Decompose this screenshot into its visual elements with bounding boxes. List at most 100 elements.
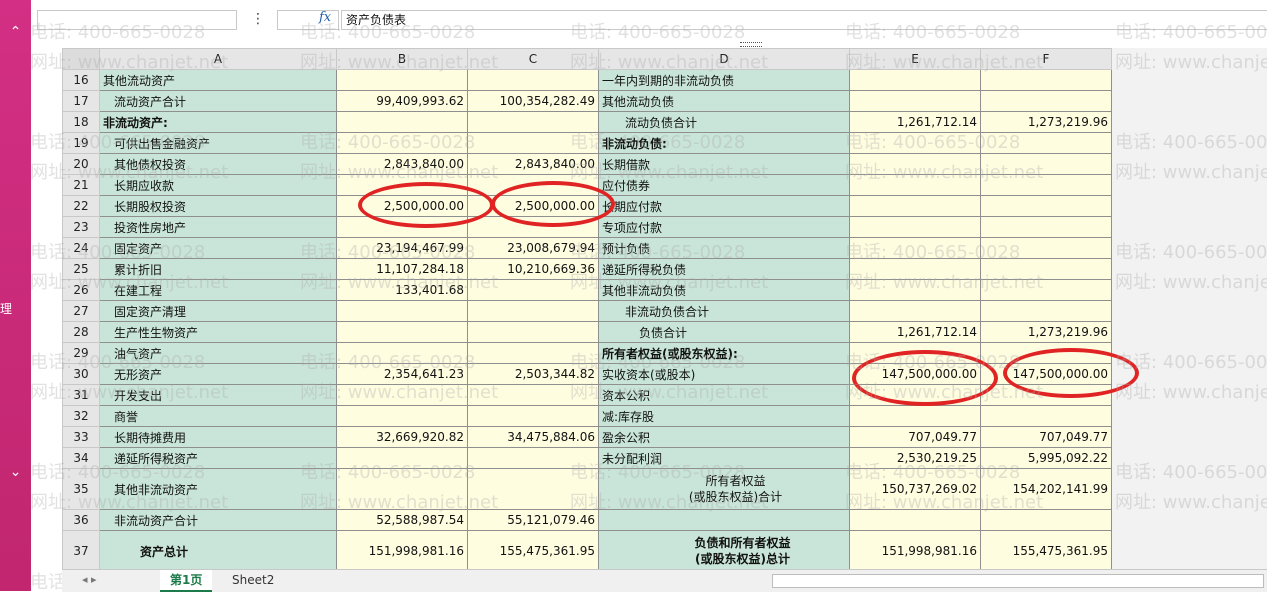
cell-c[interactable] — [467, 132, 599, 154]
cell-b[interactable] — [336, 468, 468, 510]
cell-f[interactable] — [980, 405, 1112, 427]
row-header[interactable]: 29 — [62, 342, 100, 364]
column-header-a[interactable]: A — [99, 48, 337, 70]
cell-e[interactable]: 707,049.77 — [849, 426, 981, 448]
cell-d[interactable]: 递延所得税负债 — [598, 258, 850, 280]
formula-input[interactable]: 资产负债表 — [341, 10, 1267, 30]
cell-d[interactable]: 资本公积 — [598, 384, 850, 406]
cell-e[interactable] — [849, 132, 981, 154]
cell-c[interactable] — [467, 342, 599, 364]
row-header[interactable]: 18 — [62, 111, 100, 133]
cell-e[interactable]: 147,500,000.00 — [849, 363, 981, 385]
cell-f[interactable] — [980, 342, 1112, 364]
cell-b[interactable] — [336, 132, 468, 154]
cell-e[interactable] — [849, 279, 981, 301]
cell-a[interactable]: 商誉 — [99, 405, 337, 427]
row-header[interactable]: 35 — [62, 468, 100, 510]
cell-e[interactable] — [849, 237, 981, 259]
cell-f[interactable] — [980, 384, 1112, 406]
cell-a[interactable]: 投资性房地产 — [99, 216, 337, 238]
row-header[interactable]: 34 — [62, 447, 100, 469]
cell-c[interactable] — [467, 321, 599, 343]
cell-e[interactable] — [849, 509, 981, 531]
cell-c[interactable] — [467, 447, 599, 469]
tab-sheet2[interactable]: Sheet2 — [222, 570, 284, 590]
cell-a[interactable]: 资产总计 — [99, 530, 337, 569]
cell-b[interactable] — [336, 321, 468, 343]
cell-e[interactable] — [849, 174, 981, 196]
cell-a[interactable]: 无形资产 — [99, 363, 337, 385]
cell-b[interactable]: 52,588,987.54 — [336, 509, 468, 531]
cell-f[interactable] — [980, 258, 1112, 280]
cell-e[interactable]: 151,998,981.16 — [849, 530, 981, 569]
cell-e[interactable] — [849, 300, 981, 322]
cell-c[interactable]: 55,121,079.46 — [467, 509, 599, 531]
cell-d[interactable]: 其他流动负债 — [598, 90, 850, 112]
cell-b[interactable]: 133,401.68 — [336, 279, 468, 301]
cell-c[interactable]: 10,210,669.36 — [467, 258, 599, 280]
cell-d[interactable]: 一年内到期的非流动负债 — [598, 69, 850, 91]
cell-e[interactable] — [849, 258, 981, 280]
column-header-c[interactable]: C — [467, 48, 599, 70]
cell-e[interactable] — [849, 405, 981, 427]
cell-b[interactable]: 32,669,920.82 — [336, 426, 468, 448]
cell-b[interactable]: 99,409,993.62 — [336, 90, 468, 112]
cell-d[interactable]: 预计负债 — [598, 237, 850, 259]
cell-c[interactable]: 2,500,000.00 — [467, 195, 599, 217]
cell-d[interactable]: 所有者权益 (或股东权益)合计 — [598, 468, 850, 510]
cell-c[interactable]: 34,475,884.06 — [467, 426, 599, 448]
cell-a[interactable]: 非流动资产合计 — [99, 509, 337, 531]
cell-c[interactable]: 100,354,282.49 — [467, 90, 599, 112]
cell-f[interactable]: 5,995,092.22 — [980, 447, 1112, 469]
row-header[interactable]: 22 — [62, 195, 100, 217]
cell-f[interactable] — [980, 300, 1112, 322]
cell-c[interactable]: 23,008,679.94 — [467, 237, 599, 259]
row-header[interactable]: 30 — [62, 363, 100, 385]
cell-d[interactable]: 未分配利润 — [598, 447, 850, 469]
cell-b[interactable] — [336, 447, 468, 469]
row-header[interactable]: 20 — [62, 153, 100, 175]
column-header-d[interactable]: D — [598, 48, 850, 70]
cell-a[interactable]: 累计折旧 — [99, 258, 337, 280]
cell-a[interactable]: 固定资产 — [99, 237, 337, 259]
cell-e[interactable]: 1,261,712.14 — [849, 321, 981, 343]
cell-a[interactable]: 其他流动资产 — [99, 69, 337, 91]
row-header[interactable]: 28 — [62, 321, 100, 343]
cell-e[interactable]: 2,530,219.25 — [849, 447, 981, 469]
more-options-icon[interactable]: ⋮ — [251, 11, 265, 27]
cell-d[interactable]: 负债和所有者权益 (或股东权益)总计 — [598, 530, 850, 569]
cell-b[interactable]: 2,500,000.00 — [336, 195, 468, 217]
cell-f[interactable]: 1,273,219.96 — [980, 321, 1112, 343]
cell-c[interactable] — [467, 384, 599, 406]
cell-d[interactable] — [598, 509, 850, 531]
cell-e[interactable] — [849, 195, 981, 217]
cell-b[interactable] — [336, 384, 468, 406]
cell-f[interactable] — [980, 237, 1112, 259]
cell-c[interactable] — [467, 69, 599, 91]
cell-b[interactable] — [336, 111, 468, 133]
cell-f[interactable] — [980, 90, 1112, 112]
column-header-e[interactable]: E — [849, 48, 981, 70]
column-header-f[interactable]: F — [980, 48, 1112, 70]
cell-b[interactable]: 11,107,284.18 — [336, 258, 468, 280]
row-header[interactable]: 17 — [62, 90, 100, 112]
row-header[interactable]: 37 — [62, 530, 100, 569]
cell-a[interactable]: 其他非流动资产 — [99, 468, 337, 510]
cell-d[interactable]: 流动负债合计 — [598, 111, 850, 133]
cell-a[interactable]: 可供出售金融资产 — [99, 132, 337, 154]
cell-a[interactable]: 生产性生物资产 — [99, 321, 337, 343]
row-header[interactable]: 16 — [62, 69, 100, 91]
cell-d[interactable]: 减:库存股 — [598, 405, 850, 427]
cell-a[interactable]: 长期股权投资 — [99, 195, 337, 217]
row-header[interactable]: 32 — [62, 405, 100, 427]
row-header[interactable]: 36 — [62, 509, 100, 531]
cell-c[interactable]: 2,503,344.82 — [467, 363, 599, 385]
cell-b[interactable] — [336, 69, 468, 91]
row-header[interactable]: 27 — [62, 300, 100, 322]
cell-d[interactable]: 专项应付款 — [598, 216, 850, 238]
cell-a[interactable]: 油气资产 — [99, 342, 337, 364]
function-icon[interactable]: fx — [319, 10, 331, 25]
cell-b[interactable] — [336, 342, 468, 364]
select-all-corner[interactable] — [62, 48, 100, 70]
cell-d[interactable]: 其他非流动负债 — [598, 279, 850, 301]
